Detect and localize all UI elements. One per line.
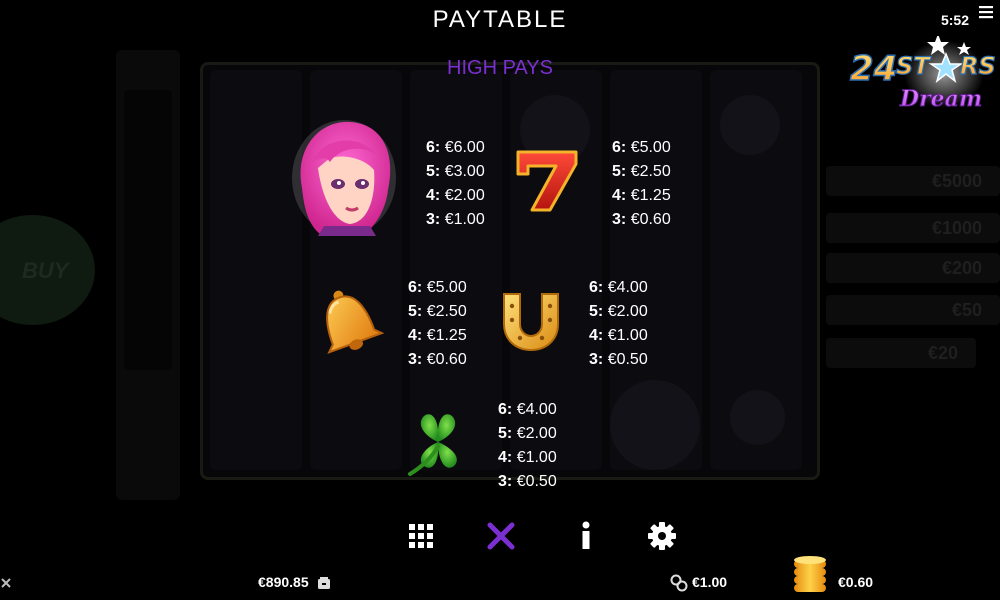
game-logo: 24 ST RS Dream [846,34,996,116]
close-game-icon[interactable] [0,576,12,588]
jackpot-row: €200 [826,253,1000,283]
bet-value: €0.60 [838,574,874,590]
ghost-symbol [730,390,785,445]
pink-haired-girl-icon [290,118,400,243]
logo-number: 24 [850,49,897,89]
pay-row: 3: €0.60 [612,211,671,228]
jackpot-value: €1000 [931,218,982,238]
horseshoe-icon [498,288,564,359]
buy-label-dimmed: BUY [22,258,69,283]
info-icon[interactable] [569,519,603,553]
logo-dream-text: Dream [899,86,982,112]
ghost-symbol [610,380,700,470]
pay-row: 3: €0.50 [589,351,648,368]
pay-row: 5: €2.50 [612,163,671,180]
pay-row: 6: €4.00 [498,401,557,418]
pay-row: 5: €2.50 [408,303,467,320]
grid-icon[interactable] [404,519,438,553]
ghost-symbol [720,95,780,155]
paytable-values-clover: 6: €4.00 5: €2.00 4: €1.00 3: €0.50 [498,398,557,494]
four-leaf-clover-icon [402,406,474,483]
jackpot-row: €1000 [826,213,1000,243]
pay-row: 4: €1.00 [498,449,557,466]
jackpot-value: €50 [951,300,982,320]
pay-row: 6: €6.00 [426,139,485,156]
reel-column [210,70,302,470]
jackpot-value: €200 [941,258,982,278]
jackpot-row: €5000 [826,166,1000,196]
coin-value-icon [670,574,688,592]
pay-row: 4: €1.25 [612,187,671,204]
svg-text:RS: RS [960,52,996,80]
hamburger-menu-icon[interactable] [975,3,997,23]
balance-value: €890.85 [258,574,309,590]
paytable-values-girl: 6: €6.00 5: €3.00 4: €2.00 3: €1.00 [426,136,485,232]
bottom-status-bar: €890.85 €1.00 €0.60 [0,556,1000,600]
logo-stars-text: ST [896,52,931,80]
red-seven-icon [512,148,582,219]
side-meter [124,90,172,370]
pay-row: 5: €2.00 [589,303,648,320]
pay-row: 6: €5.00 [612,139,671,156]
close-icon[interactable] [484,519,518,553]
gear-icon[interactable] [645,519,679,553]
pay-row: 3: €0.50 [498,473,557,490]
pay-row: 6: €5.00 [408,279,467,296]
clock: 5:52 [940,12,969,28]
pay-row: 4: €1.00 [589,327,648,344]
pay-row: 3: €0.60 [408,351,467,368]
pay-row: 3: €1.00 [426,211,485,228]
paytable-values-seven: 6: €5.00 5: €2.50 4: €1.25 3: €0.60 [612,136,671,232]
pay-row: 5: €2.00 [498,425,557,442]
pay-row: 4: €2.00 [426,187,485,204]
wallet-icon [317,576,331,590]
golden-bell-icon [312,286,385,361]
jackpot-value: €20 [927,343,958,363]
pay-row: 5: €3.00 [426,163,485,180]
pay-row: 6: €4.00 [589,279,648,296]
page-title: PAYTABLE [432,6,568,33]
coin-value: €1.00 [692,574,728,590]
bet-coins-icon[interactable] [792,554,828,594]
paytable-values-bell: 6: €5.00 5: €2.50 4: €1.25 3: €0.60 [408,276,467,372]
jackpot-row: €50 [826,295,1000,325]
jackpot-value: €5000 [931,171,982,191]
pay-row: 4: €1.25 [408,327,467,344]
jackpot-row: €20 [826,338,976,368]
paytable-values-horseshoe: 6: €4.00 5: €2.00 4: €1.00 3: €0.50 [589,276,648,372]
